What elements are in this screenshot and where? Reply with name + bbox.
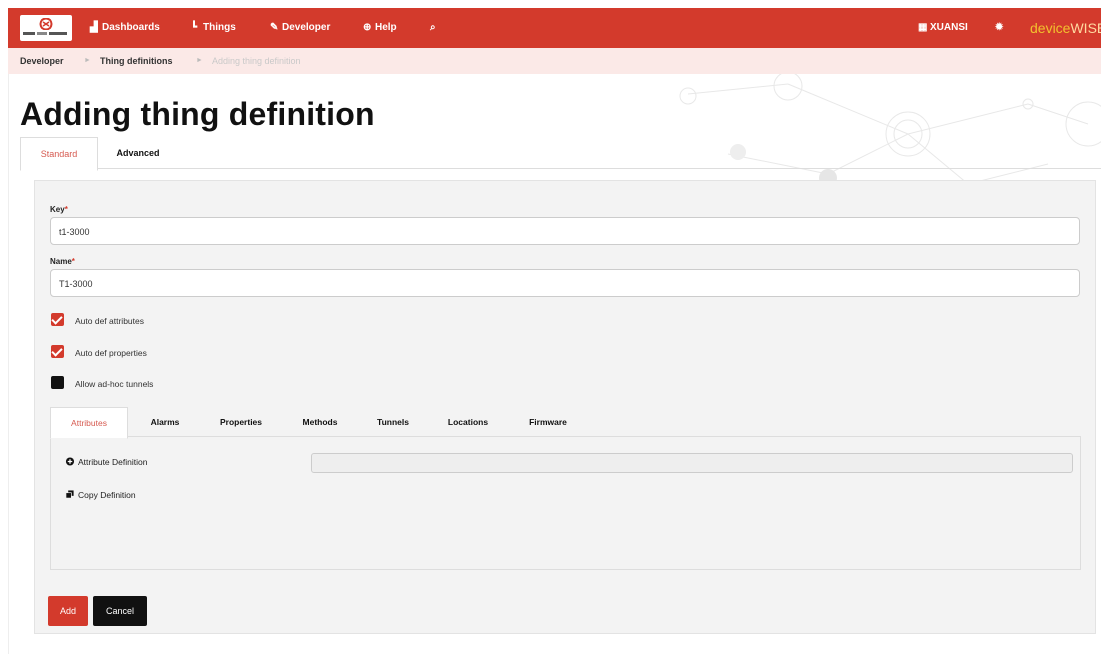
search-button[interactable]: ⌕ xyxy=(430,8,442,48)
user-menu[interactable]: ▦ XUANSI xyxy=(918,8,968,48)
divider xyxy=(8,74,9,654)
settings-button[interactable]: ✹ xyxy=(995,8,1007,48)
subtab-methods[interactable]: Methods xyxy=(290,407,350,437)
subtab-locations[interactable]: Locations xyxy=(435,407,501,437)
breadcrumb-thing-definitions[interactable]: Thing definitions xyxy=(100,48,173,74)
top-navbar: ▟ Dashboards ┗ Things ✎ Developer ⊕ Help ⌕ ▦… xyxy=(8,8,1101,48)
subtab-firmware[interactable]: Firmware xyxy=(515,407,581,437)
allow-adhoc-tunnels-label: Allow ad-hoc tunnels xyxy=(75,379,154,389)
auto-def-attributes-label: Auto def attributes xyxy=(75,316,144,326)
attribute-definition-input[interactable] xyxy=(311,453,1073,473)
tab-advanced[interactable]: Advanced xyxy=(104,137,172,169)
tabs-divider xyxy=(20,168,1101,169)
breadcrumb-developer[interactable]: Developer xyxy=(20,48,64,74)
add-button[interactable]: Add xyxy=(48,596,88,626)
allow-adhoc-tunnels-checkbox[interactable] xyxy=(51,376,64,389)
nav-developer[interactable]: ✎ Developer xyxy=(270,8,330,48)
chevron-right-icon: ► xyxy=(84,57,91,64)
name-input[interactable]: T1-3000 xyxy=(50,269,1080,297)
plus-circle-icon xyxy=(65,457,75,466)
cancel-button[interactable]: Cancel xyxy=(93,596,147,626)
copy-icon xyxy=(65,490,74,499)
search-icon: ⌕ xyxy=(430,22,436,33)
subtab-properties[interactable]: Properties xyxy=(208,407,274,437)
auto-def-attributes-checkbox[interactable] xyxy=(51,313,64,326)
logo-wordmark-icon xyxy=(23,32,67,35)
breadcrumb-current: Adding thing definition xyxy=(212,56,301,66)
bar-chart-icon: ▟ xyxy=(90,22,98,33)
help-circle-icon: ⊕ xyxy=(363,22,372,33)
network-background-icon xyxy=(679,74,1101,187)
add-attribute-definition-button[interactable]: Attribute Definition xyxy=(65,457,147,467)
chevron-right-icon: ► xyxy=(196,57,203,64)
subtab-alarms[interactable]: Alarms xyxy=(137,407,193,437)
page-title: Adding thing definition xyxy=(20,96,375,132)
key-input[interactable]: t1-3000 xyxy=(50,217,1080,245)
china-unicom-logo-icon xyxy=(39,18,53,30)
form-panel: Key* t1-3000 Name* T1-3000 Auto def attr… xyxy=(34,180,1096,634)
gear-icon: ✹ xyxy=(995,22,1004,33)
auto-def-properties-label: Auto def properties xyxy=(75,348,147,358)
nav-dashboards[interactable]: ▟ Dashboards xyxy=(90,8,160,48)
copy-definition-button[interactable]: Copy Definition xyxy=(65,490,136,500)
key-label: Key* xyxy=(50,205,68,214)
wrench-icon: ✎ xyxy=(270,22,279,33)
subtab-tunnels[interactable]: Tunnels xyxy=(365,407,421,437)
breadcrumb: Developer ► Thing definitions ► Adding t… xyxy=(8,48,1101,74)
nav-help[interactable]: ⊕ Help xyxy=(363,8,397,48)
nav-things[interactable]: ┗ Things xyxy=(191,8,236,48)
sitemap-icon: ┗ xyxy=(191,22,198,33)
user-icon: ▦ xyxy=(918,22,928,33)
auto-def-properties-checkbox[interactable] xyxy=(51,345,64,358)
subtab-attributes[interactable]: Attributes xyxy=(50,407,128,439)
company-logo[interactable] xyxy=(20,15,72,41)
name-label: Name* xyxy=(50,257,75,266)
brand-logo: deviceWISE xyxy=(1030,20,1101,36)
tab-standard[interactable]: Standard xyxy=(20,137,98,171)
app-frame: ▟ Dashboards ┗ Things ✎ Developer ⊕ Help ⌕ ▦… xyxy=(8,8,1101,654)
attributes-panel: Attribute Definition Copy Definition xyxy=(50,436,1081,570)
